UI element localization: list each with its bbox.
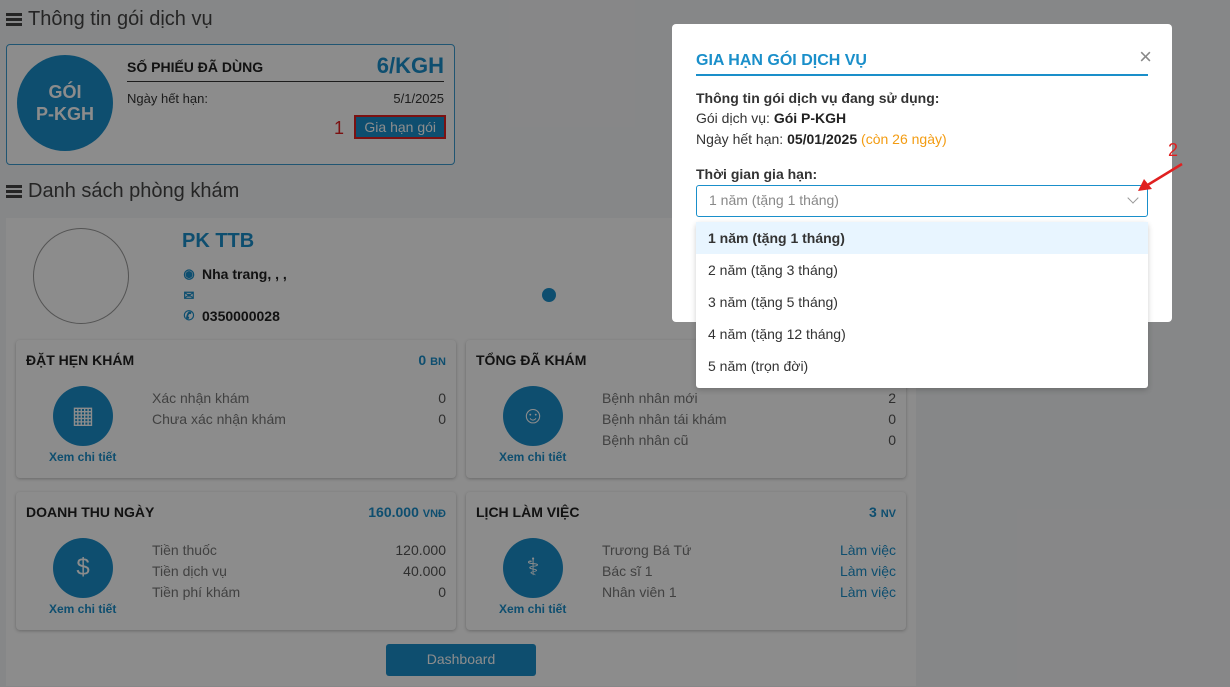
remaining-days: (còn 26 ngày) [861, 131, 947, 147]
duration-label: Thời gian gia hạn: [696, 166, 818, 182]
package-value: Gói P-KGH [773, 110, 847, 126]
close-icon[interactable]: × [1139, 44, 1152, 70]
title-underline [696, 74, 1148, 76]
page: Thông tin gói dịch vụ GÓI P-KGH SỐ PHIẾU… [0, 0, 1230, 687]
dropdown-option[interactable]: 1 năm (tặng 1 tháng) [696, 222, 1148, 254]
chevron-down-icon [1127, 192, 1139, 204]
expiry-value: 05/01/2025 [787, 131, 858, 147]
select-value: 1 năm (tặng 1 tháng) [709, 192, 839, 208]
modal-title: GIA HẠN GÓI DỊCH VỤ [696, 52, 867, 69]
dropdown-option[interactable]: 5 năm (trọn đời) [696, 350, 1148, 382]
info-heading: Thông tin gói dịch vụ đang sử dụng: [696, 90, 940, 106]
annotation-arrow-icon [1138, 162, 1183, 191]
dropdown-option[interactable]: 2 năm (tặng 3 tháng) [696, 254, 1148, 286]
expiry-info: Ngày hết hạn: 05/01/2025 (còn 26 ngày) [696, 131, 947, 147]
annotation-2: 2 [1168, 140, 1179, 160]
duration-select[interactable]: 1 năm (tặng 1 tháng) [696, 185, 1148, 217]
package-label: Gói dịch vụ: [696, 110, 774, 126]
duration-dropdown: 1 năm (tặng 1 tháng) 2 năm (tặng 3 tháng… [696, 222, 1148, 388]
dropdown-option[interactable]: 3 năm (tặng 5 tháng) [696, 286, 1148, 318]
expiry-label: Ngày hết hạn: [696, 131, 788, 147]
package-info: Gói dịch vụ: Gói P-KGH [696, 110, 846, 126]
dropdown-option[interactable]: 4 năm (tặng 12 tháng) [696, 318, 1148, 350]
